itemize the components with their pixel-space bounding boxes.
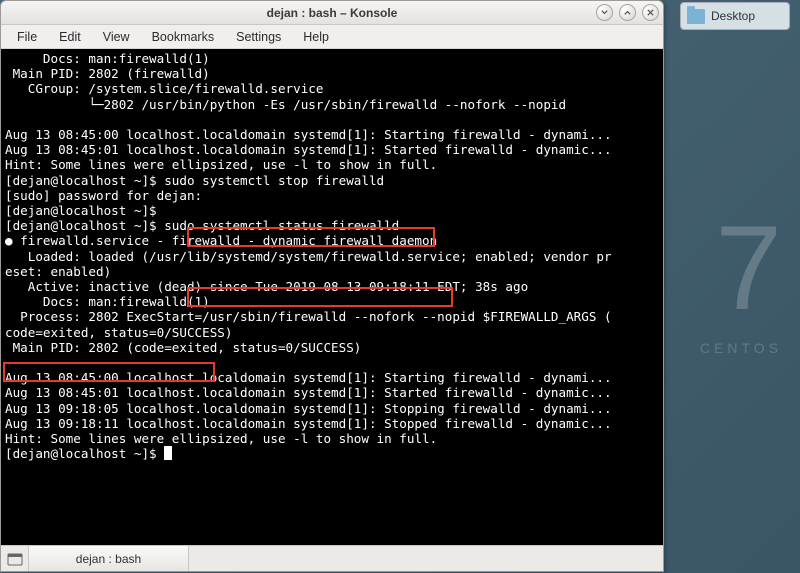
term-line: [sudo] password for dejan: [5,188,202,203]
new-tab-button[interactable] [1,546,29,571]
term-line: └─2802 /usr/bin/python -Es /usr/sbin/fir… [5,97,566,112]
term-line: Docs: man:firewalld(1) [5,51,210,66]
term-line: Active: inactive (dead) since Tue 2019-0… [5,279,528,294]
terminal-output[interactable]: Docs: man:firewalld(1) Main PID: 2802 (f… [1,49,663,545]
term-line: Main PID: 2802 (firewalld) [5,66,210,81]
terminal-cursor [164,446,172,460]
maximize-button[interactable] [619,4,636,21]
close-button[interactable] [642,4,659,21]
term-line: Aug 13 08:45:01 localhost.localdomain sy… [5,385,612,400]
menu-file[interactable]: File [7,27,47,47]
term-line: Hint: Some lines were ellipsized, use -l… [5,431,437,446]
menu-bookmarks[interactable]: Bookmarks [142,27,225,47]
desktop-folder-widget[interactable]: Desktop [680,2,790,30]
term-line: Process: 2802 ExecStart=/usr/sbin/firewa… [5,309,612,324]
titlebar[interactable]: dejan : bash – Konsole [1,1,663,25]
term-line: Hint: Some lines were ellipsized, use -l… [5,157,437,172]
term-line: eset: enabled) [5,264,111,279]
folder-icon [687,9,705,24]
menubar: File Edit View Bookmarks Settings Help [1,25,663,49]
minimize-button[interactable] [596,4,613,21]
tab-bar: dejan : bash [1,545,663,571]
menu-edit[interactable]: Edit [49,27,91,47]
term-line: [dejan@localhost ~]$ sudo systemctl stop… [5,173,384,188]
tab-label: dejan : bash [76,552,141,566]
term-line: ● firewalld.service - firewalld - dynami… [5,233,437,248]
term-line: [dejan@localhost ~]$ [5,203,164,218]
term-line: Aug 13 08:45:00 localhost.localdomain sy… [5,127,612,142]
term-line: CGroup: /system.slice/firewalld.service [5,81,323,96]
tab-active[interactable]: dejan : bash [29,546,189,571]
term-line: Docs: man:firewalld(1) [5,294,210,309]
term-line: Aug 13 09:18:11 localhost.localdomain sy… [5,416,612,431]
term-line: Aug 13 08:45:01 localhost.localdomain sy… [5,142,612,157]
term-line: code=exited, status=0/SUCCESS) [5,325,232,340]
menu-help[interactable]: Help [293,27,339,47]
term-line: Aug 13 08:45:00 localhost.localdomain sy… [5,370,612,385]
term-line: Main PID: 2802 (code=exited, status=0/SU… [5,340,361,355]
window-title: dejan : bash – Konsole [1,6,663,20]
term-line: Loaded: loaded (/usr/lib/systemd/system/… [5,249,612,264]
wallpaper-text: CENTOS [700,340,782,356]
term-line: [dejan@localhost ~]$ [5,446,164,461]
menu-view[interactable]: View [93,27,140,47]
konsole-window: dejan : bash – Konsole File Edit View Bo… [0,0,664,572]
wallpaper-number: 7 [715,220,782,316]
term-line: [dejan@localhost ~]$ sudo systemctl stat… [5,218,399,233]
menu-settings[interactable]: Settings [226,27,291,47]
desktop-widget-label: Desktop [711,9,755,23]
term-line: Aug 13 09:18:05 localhost.localdomain sy… [5,401,612,416]
